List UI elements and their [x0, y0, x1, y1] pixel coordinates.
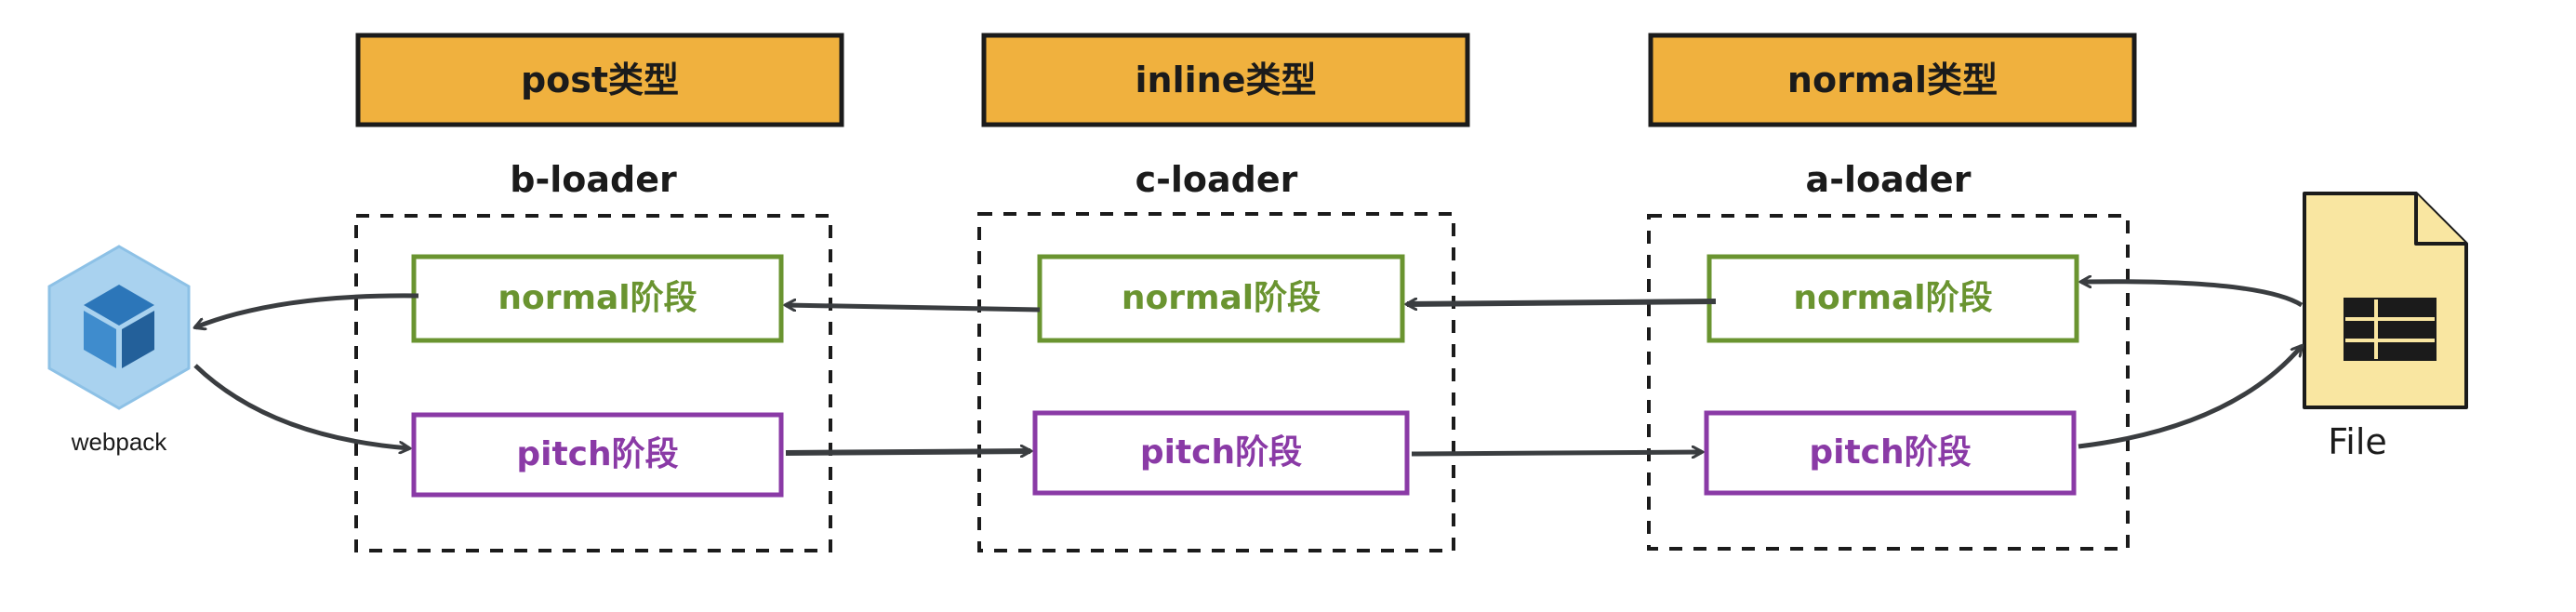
arrow-file-to-a-normal — [2081, 282, 2304, 308]
arrow-c-pitch-to-a-pitch — [1411, 452, 1702, 454]
webpack-label: webpack — [71, 428, 167, 456]
arrow-a-normal-to-c-normal — [1407, 301, 1717, 304]
loader-name-c: c-loader — [1135, 159, 1298, 200]
loader-name-a: a-loader — [1805, 159, 1972, 200]
pitch-stage-label-b: pitch阶段 — [516, 435, 679, 473]
type-label-post: post类型 — [520, 60, 680, 100]
type-label-normal: normal类型 — [1786, 60, 1998, 100]
arrow-b-normal-to-webpack — [195, 293, 419, 327]
normal-stage-label-b: normal阶段 — [498, 279, 697, 317]
arrow-webpack-to-b-pitch — [193, 364, 409, 448]
loader-name-b: b-loader — [510, 159, 677, 200]
arrow-a-pitch-to-file — [2078, 346, 2302, 449]
file-label: File — [2328, 421, 2387, 462]
webpack-logo-icon — [47, 245, 191, 410]
file-icon — [2303, 192, 2468, 409]
arrow-b-pitch-to-c-pitch — [785, 451, 1030, 453]
normal-stage-label-c: normal阶段 — [1121, 279, 1321, 317]
normal-stage-label-a: normal阶段 — [1793, 279, 1993, 317]
pitch-stage-label-c: pitch阶段 — [1139, 433, 1303, 472]
pitch-stage-label-a: pitch阶段 — [1809, 433, 1972, 472]
arrow-c-normal-to-b-normal — [786, 305, 1041, 313]
type-label-inline: inline类型 — [1135, 60, 1317, 100]
